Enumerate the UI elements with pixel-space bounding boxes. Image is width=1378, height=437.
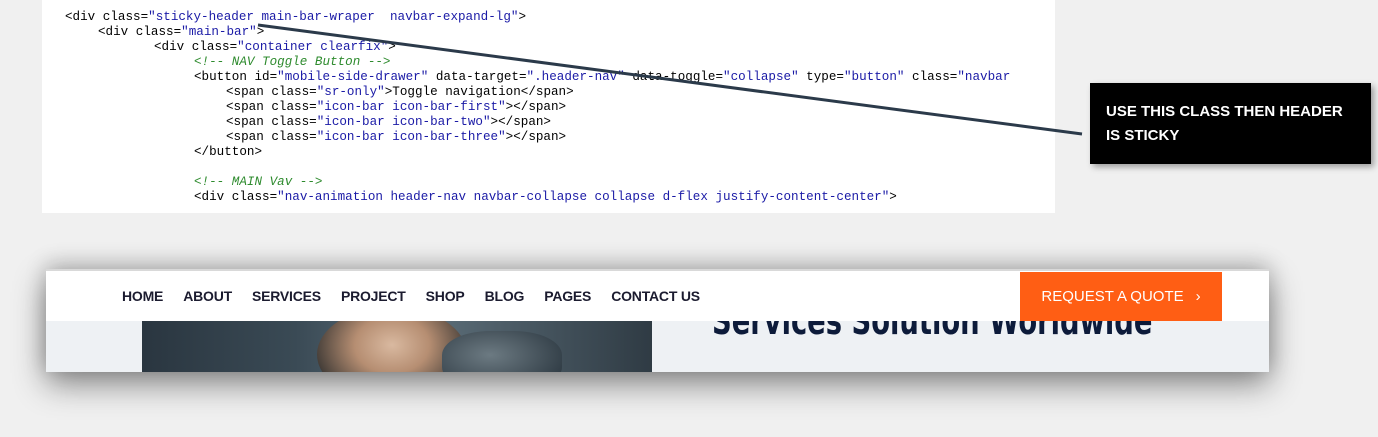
code-line: <button id="mobile-side-drawer" data-tar…	[194, 70, 1010, 85]
code-line: <!-- MAIN Vav -->	[194, 175, 322, 190]
main-nav: HOME ABOUT SERVICES PROJECT SHOP BLOG PA…	[122, 271, 720, 321]
code-token: <button id=	[194, 70, 278, 84]
code-attr-value: "collapse"	[723, 70, 799, 84]
code-token: <div class=	[65, 10, 149, 24]
nav-item-project[interactable]: PROJECT	[341, 288, 406, 304]
website-preview: Services Solution Worldwide HOME ABOUT S…	[46, 269, 1269, 372]
code-token: <span class=	[226, 130, 317, 144]
code-line: <div class="main-bar">	[98, 25, 264, 40]
annotation-callout: USE THIS CLASS THEN HEADER IS STICKY	[1090, 83, 1371, 164]
code-line: <span class="icon-bar icon-bar-two"></sp…	[226, 115, 551, 130]
code-token: ></span>	[505, 130, 567, 144]
nav-item-services[interactable]: SERVICES	[252, 288, 321, 304]
code-attr-value: "main-bar"	[181, 25, 257, 39]
code-token: class=	[904, 70, 958, 84]
code-comment: <!-- MAIN Vav -->	[194, 175, 323, 189]
code-line: <div class="container clearfix">	[154, 40, 396, 55]
code-attr-value: "sr-only"	[316, 85, 385, 99]
code-attr-value: "container clearfix"	[237, 40, 389, 54]
code-token: type=	[798, 70, 844, 84]
code-line: <span class="icon-bar icon-bar-three"></…	[226, 130, 566, 145]
code-token: data-toggle=	[624, 70, 724, 84]
code-token: data-target=	[428, 70, 527, 84]
hero-photo	[142, 321, 652, 372]
code-token: >	[256, 25, 265, 39]
code-line: <div class="nav-animation header-nav nav…	[194, 190, 897, 205]
code-line: <span class="sr-only">Toggle navigation<…	[226, 85, 574, 100]
nav-item-contact-us[interactable]: CONTACT US	[611, 288, 700, 304]
chevron-right-icon: ›	[1195, 288, 1201, 305]
callout-text: USE THIS CLASS THEN HEADER IS STICKY	[1106, 103, 1343, 144]
nav-item-blog[interactable]: BLOG	[485, 288, 525, 304]
code-token: <div class=	[194, 190, 278, 204]
code-comment: <!-- NAV Toggle Button -->	[194, 55, 391, 69]
code-attr-value: "icon-bar icon-bar-first"	[316, 100, 506, 114]
code-token: >Toggle navigation</span>	[384, 85, 574, 99]
code-token: >	[518, 10, 527, 24]
code-token: <div class=	[154, 40, 238, 54]
code-attr-value: ".header-nav"	[526, 70, 625, 84]
code-token: <div class=	[98, 25, 182, 39]
request-quote-button[interactable]: REQUEST A QUOTE ›	[1020, 272, 1222, 321]
code-token: >	[388, 40, 396, 54]
code-line: <!-- NAV Toggle Button -->	[194, 55, 391, 70]
code-token: </button>	[194, 145, 263, 159]
code-attr-value: "sticky-header main-bar-wraper navbar-ex…	[148, 10, 519, 24]
code-token: >	[889, 190, 897, 204]
code-line: </button>	[194, 145, 262, 160]
nav-item-home[interactable]: HOME	[122, 288, 163, 304]
code-attr-value: "icon-bar icon-bar-three"	[316, 130, 506, 144]
code-attr-value: "button"	[843, 70, 905, 84]
code-line: <div class="sticky-header main-bar-wrape…	[65, 10, 526, 25]
code-attr-value: "mobile-side-drawer"	[277, 70, 429, 84]
sticky-header-navbar: HOME ABOUT SERVICES PROJECT SHOP BLOG PA…	[46, 271, 1269, 321]
nav-item-about[interactable]: ABOUT	[183, 288, 232, 304]
code-editor-panel: <div class="sticky-header main-bar-wrape…	[42, 0, 1055, 213]
code-attr-value: "navbar	[957, 70, 1011, 84]
code-attr-value: "nav-animation header-nav navbar-collaps…	[277, 190, 890, 204]
code-attr-value: "icon-bar icon-bar-two"	[316, 115, 491, 129]
code-line: <span class="icon-bar icon-bar-first"></…	[226, 100, 566, 115]
code-token: <span class=	[226, 100, 317, 114]
code-token: ></span>	[505, 100, 567, 114]
code-token: ></span>	[490, 115, 551, 129]
code-token: <span class=	[226, 85, 317, 99]
background-image	[442, 331, 562, 372]
nav-item-pages[interactable]: PAGES	[544, 288, 591, 304]
code-token: <span class=	[226, 115, 317, 129]
nav-item-shop[interactable]: SHOP	[426, 288, 465, 304]
request-quote-label: REQUEST A QUOTE	[1041, 288, 1184, 305]
